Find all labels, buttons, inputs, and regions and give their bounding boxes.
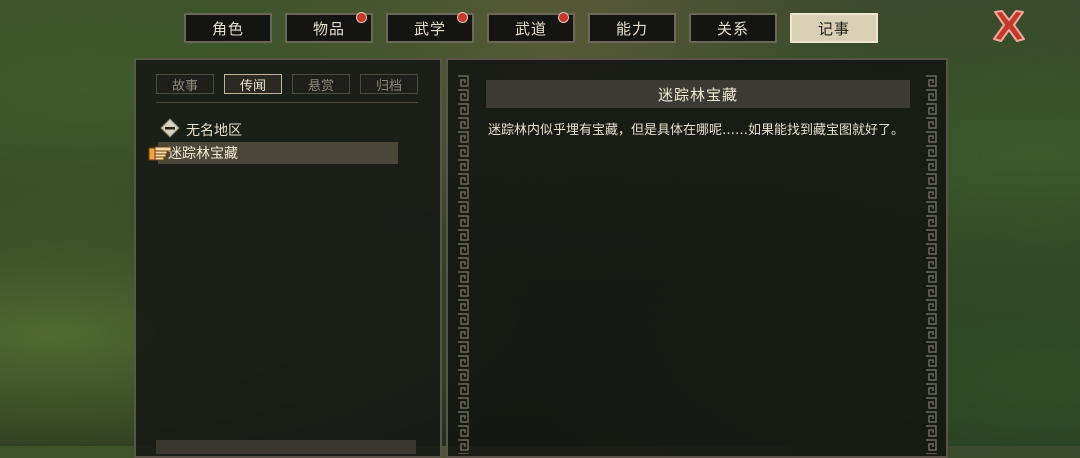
notification-badge-icon: [356, 12, 367, 23]
journal-list-panel: 故事 传闻 悬赏 归档 无名地区 迷踪林宝藏: [134, 58, 442, 458]
main-tab-bar: 角色 物品 武学 武道 能力 关系 记事: [184, 12, 878, 43]
notification-badge-icon: [457, 12, 468, 23]
subtab-archive[interactable]: 归档: [360, 74, 418, 94]
pointing-hand-icon: [148, 146, 172, 161]
tab-abilities[interactable]: 能力: [588, 13, 676, 43]
tab-martial-arts[interactable]: 武学: [386, 12, 474, 43]
notification-badge-icon: [558, 12, 569, 23]
journal-subtab-bar: 故事 传闻 悬赏 归档: [156, 74, 418, 94]
divider: [156, 102, 418, 103]
quest-description: 迷踪林内似乎埋有宝藏，但是具体在哪呢……如果能找到藏宝图就好了。: [488, 123, 905, 138]
subtab-story[interactable]: 故事: [156, 74, 214, 94]
tab-label: 关系: [716, 19, 749, 38]
fret-border-icon: [456, 74, 470, 454]
region-label: 无名地区: [186, 123, 242, 139]
list-footer-bar: [156, 440, 416, 454]
tab-label: 物品: [312, 19, 345, 38]
tab-label: 能力: [615, 19, 648, 38]
subtab-rumors[interactable]: 传闻: [224, 74, 282, 94]
quest-detail-panel: 迷踪林宝藏 迷踪林内似乎埋有宝藏，但是具体在哪呢……如果能找到藏宝图就好了。: [446, 58, 948, 458]
tab-journal[interactable]: 记事: [790, 13, 878, 43]
quest-label: 迷踪林宝藏: [168, 146, 238, 162]
fret-border-icon: [924, 74, 938, 454]
tab-martial-way[interactable]: 武道: [487, 12, 575, 43]
tab-label: 角色: [211, 19, 244, 38]
close-x-icon: [993, 10, 1025, 42]
tab-label: 武道: [514, 19, 547, 38]
close-button[interactable]: [990, 8, 1028, 44]
tab-label: 记事: [817, 19, 850, 38]
subtab-bounty[interactable]: 悬赏: [292, 74, 350, 94]
tab-character[interactable]: 角色: [184, 13, 272, 43]
tab-label: 武学: [413, 19, 446, 38]
collapse-diamond-icon[interactable]: [160, 118, 180, 138]
tab-items[interactable]: 物品: [285, 12, 373, 43]
quest-list-item[interactable]: 迷踪林宝藏: [158, 142, 398, 164]
quest-title: 迷踪林宝藏: [486, 80, 910, 108]
tab-relations[interactable]: 关系: [689, 13, 777, 43]
